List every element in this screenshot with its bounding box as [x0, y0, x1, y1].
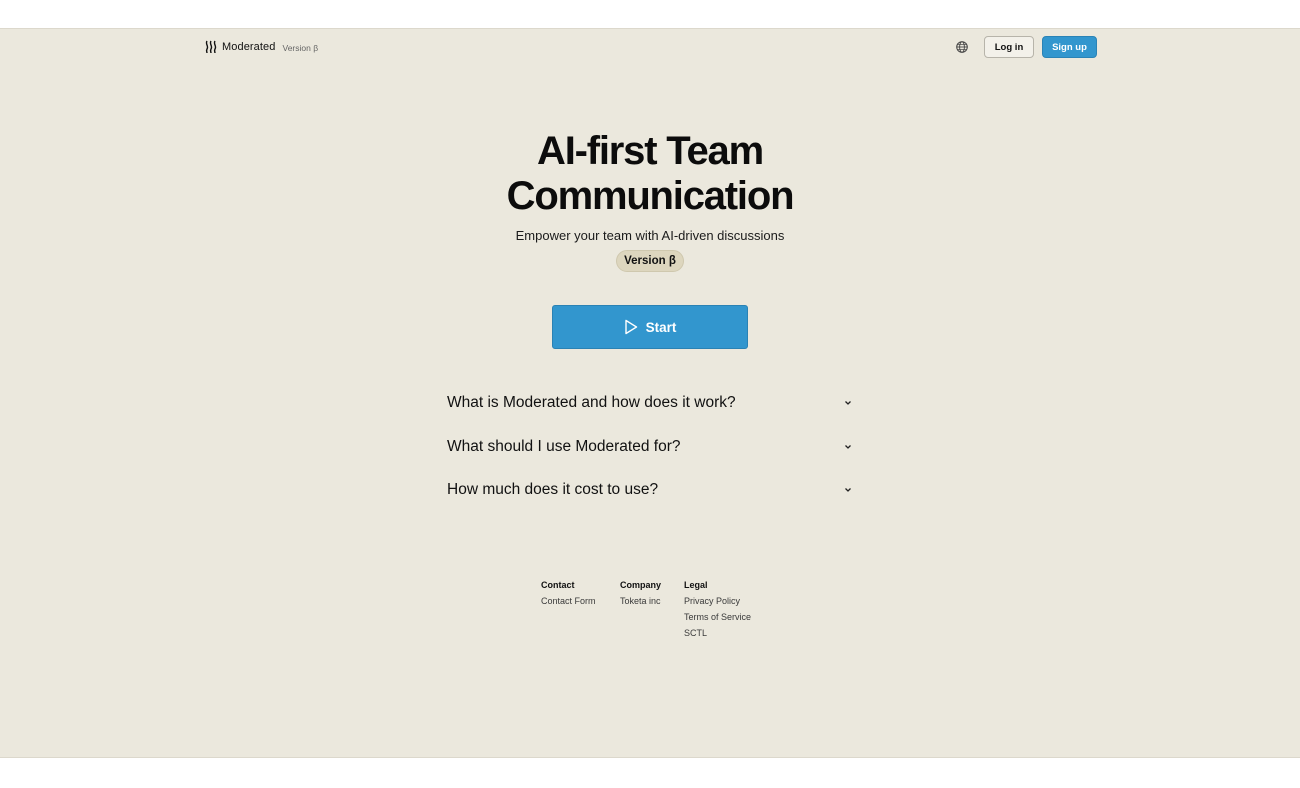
chevron-down-icon [845, 444, 851, 449]
footer-heading-legal: Legal [684, 580, 708, 590]
hero-title: AI-first Team Communication [0, 129, 1300, 219]
faq-list: What is Moderated and how does it work? … [447, 387, 855, 518]
contact-form-link[interactable]: Contact Form [541, 596, 620, 606]
play-icon [624, 319, 637, 335]
faq-item[interactable]: What should I use Moderated for? [447, 431, 855, 475]
hero-subtitle: Empower your team with AI-driven discuss… [515, 228, 785, 243]
faq-question: How much does it cost to use? [447, 481, 659, 498]
start-button[interactable]: Start [552, 305, 748, 349]
faq-item[interactable]: How much does it cost to use? [447, 474, 855, 518]
footer-heading-contact: Contact [541, 580, 575, 590]
login-button[interactable]: Log in [984, 36, 1034, 58]
brand-name: Moderated [222, 41, 276, 53]
footer-column-contact: Contact Contact Form [541, 580, 620, 644]
top-nav: Moderated Version β Log in Sign up [0, 29, 1300, 69]
hero-title-line-1: AI-first Team [537, 129, 764, 173]
globe-icon[interactable] [955, 40, 969, 54]
faq-question: What is Moderated and how does it work? [447, 394, 736, 411]
company-link[interactable]: Toketa inc [620, 596, 684, 606]
footer-column-legal: Legal Privacy Policy Terms of Service SC… [684, 580, 774, 644]
footer: Contact Contact Form Company Toketa inc … [541, 580, 774, 644]
moderated-logo-icon [205, 40, 217, 54]
footer-column-company: Company Toketa inc [620, 580, 684, 644]
terms-of-service-link[interactable]: Terms of Service [684, 612, 774, 622]
faq-item[interactable]: What is Moderated and how does it work? [447, 387, 855, 431]
signup-button[interactable]: Sign up [1042, 36, 1097, 58]
landing-page: Moderated Version β Log in Sign up AI-fi… [0, 28, 1300, 758]
brand-version: Version β [282, 43, 319, 53]
sctl-link[interactable]: SCTL [684, 628, 774, 638]
brand-link[interactable]: Moderated Version β [205, 40, 318, 54]
chevron-down-icon [845, 401, 851, 405]
chevron-down-icon [845, 488, 851, 492]
footer-heading-company: Company [620, 580, 662, 590]
privacy-policy-link[interactable]: Privacy Policy [684, 596, 774, 606]
faq-question: What should I use Moderated for? [447, 437, 681, 455]
start-label: Start [645, 319, 677, 335]
hero-title-line-2: Communication [506, 174, 795, 218]
version-badge: Version β [616, 250, 684, 272]
